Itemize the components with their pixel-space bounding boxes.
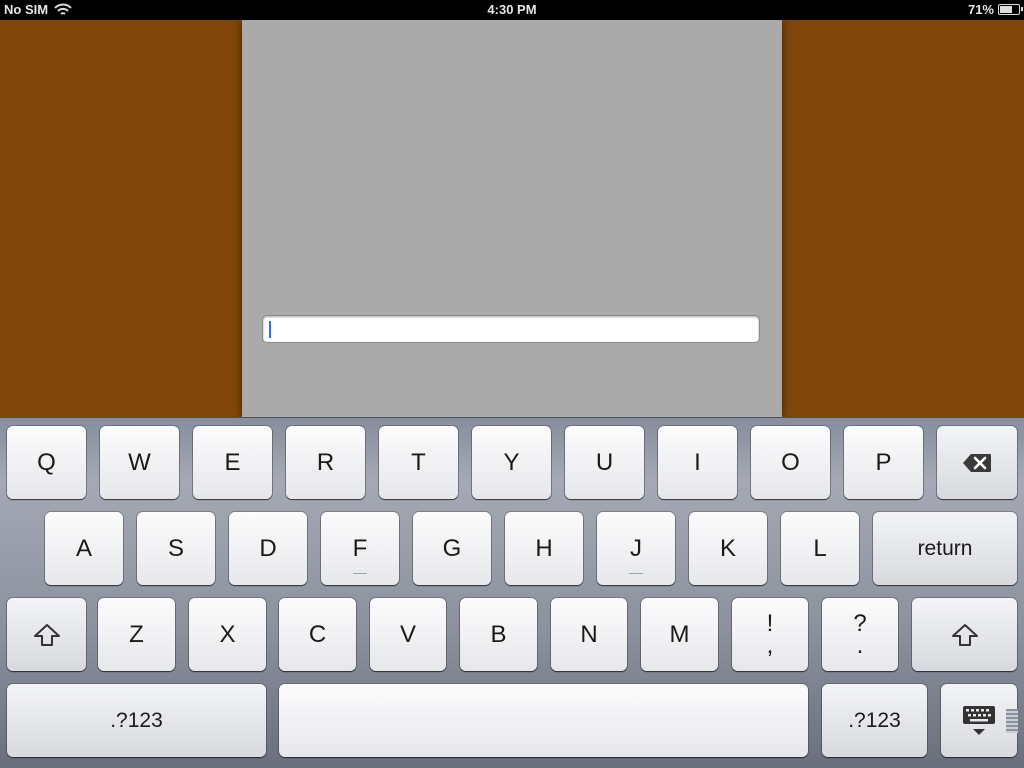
- numbers-key-label: .?123: [848, 708, 901, 732]
- key-o[interactable]: O: [751, 426, 830, 499]
- home-row-marker: [353, 573, 367, 574]
- content-panel: [242, 20, 782, 417]
- key-e[interactable]: E: [193, 426, 272, 499]
- key-m[interactable]: M: [641, 598, 718, 671]
- key-r[interactable]: R: [286, 426, 365, 499]
- key-l[interactable]: L: [781, 512, 859, 585]
- return-key[interactable]: return: [873, 512, 1017, 585]
- backspace-key[interactable]: [937, 426, 1017, 499]
- status-bar: No SIM 4:30 PM 71%: [0, 0, 1024, 20]
- return-key-label: return: [917, 536, 973, 560]
- key-f-label: F: [352, 534, 368, 562]
- numbers-key-left[interactable]: .?123: [7, 684, 266, 757]
- key-i[interactable]: I: [658, 426, 737, 499]
- text-input[interactable]: [262, 315, 760, 343]
- text-caret: [269, 321, 271, 338]
- key-q[interactable]: Q: [7, 426, 86, 499]
- status-right: 71%: [967, 2, 1023, 17]
- key-j-label: J: [630, 534, 642, 562]
- key-n[interactable]: N: [551, 598, 627, 671]
- key-exclamation-comma[interactable]: ! ,: [732, 598, 808, 671]
- key-d[interactable]: D: [229, 512, 307, 585]
- battery-icon: [998, 4, 1023, 15]
- key-a[interactable]: A: [45, 512, 123, 585]
- space-bar[interactable]: [279, 684, 808, 757]
- key-z[interactable]: Z: [98, 598, 175, 671]
- key-w[interactable]: W: [100, 426, 179, 499]
- key-k[interactable]: K: [689, 512, 767, 585]
- numbers-key-label: .?123: [110, 708, 163, 732]
- shift-key-right[interactable]: [912, 598, 1017, 671]
- shift-icon: [951, 623, 979, 647]
- battery-level: [1000, 6, 1012, 13]
- key-f[interactable]: F: [321, 512, 399, 585]
- home-row-marker: [629, 573, 643, 574]
- shift-key-left[interactable]: [7, 598, 86, 671]
- key-g[interactable]: G: [413, 512, 491, 585]
- key-b[interactable]: B: [460, 598, 537, 671]
- key-period-label: .: [856, 631, 864, 659]
- key-c[interactable]: C: [279, 598, 356, 671]
- key-comma-label: ,: [766, 631, 774, 659]
- backspace-icon: [962, 453, 992, 473]
- key-p[interactable]: P: [844, 426, 923, 499]
- numbers-key-right[interactable]: .?123: [822, 684, 927, 757]
- keyboard-split-handle[interactable]: [1006, 709, 1018, 733]
- key-h[interactable]: H: [505, 512, 583, 585]
- key-t[interactable]: T: [379, 426, 458, 499]
- key-s[interactable]: S: [137, 512, 215, 585]
- key-y[interactable]: Y: [472, 426, 551, 499]
- key-u[interactable]: U: [565, 426, 644, 499]
- key-j[interactable]: J: [597, 512, 675, 585]
- status-time: 4:30 PM: [487, 2, 537, 17]
- battery-percent: 71%: [967, 2, 994, 17]
- shift-icon: [33, 623, 61, 647]
- key-x[interactable]: X: [189, 598, 266, 671]
- key-v[interactable]: V: [370, 598, 446, 671]
- key-question-period[interactable]: ? .: [822, 598, 898, 671]
- keyboard-dismiss-icon: [961, 704, 997, 738]
